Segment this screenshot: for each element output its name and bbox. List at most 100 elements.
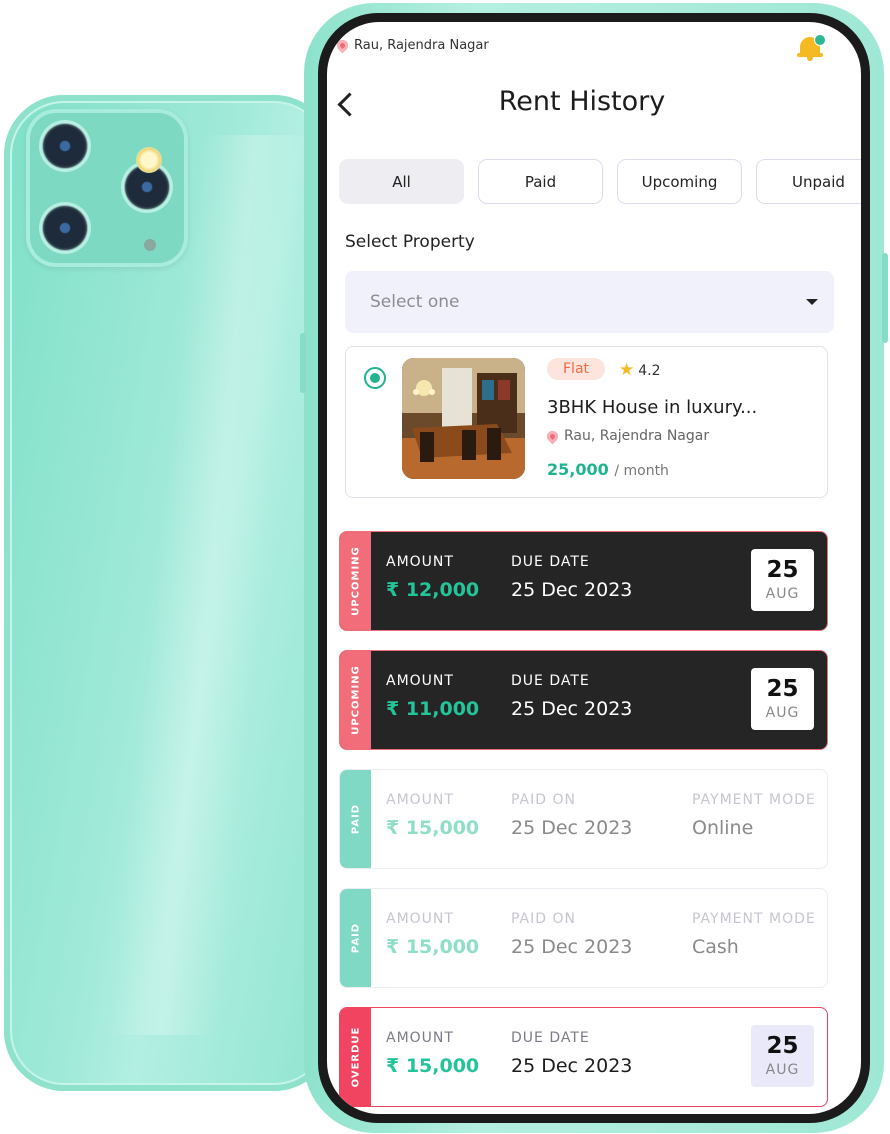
camera-lens-icon — [42, 123, 88, 169]
calendar-day: 25 — [766, 1032, 799, 1059]
phone-glare — [106, 135, 312, 1035]
back-phone-device — [4, 95, 334, 1091]
phone-bezel: Rau, Rajendra Nagar Rent History All Pai… — [318, 13, 870, 1123]
status-label: OVERDUE — [350, 1026, 361, 1088]
amount-column: AMOUNT ₹ 15,000 — [386, 911, 479, 958]
calendar-month: AUG — [765, 1061, 800, 1078]
payment-mode-column: PAYMENT MODE Online — [692, 792, 816, 839]
payment-mode-column: PAYMENT MODE Cash — [692, 911, 816, 958]
location-pin-icon — [334, 37, 351, 54]
property-photo — [402, 358, 525, 479]
tab-upcoming[interactable]: Upcoming — [617, 159, 742, 204]
payment-mode-label: PAYMENT MODE — [692, 911, 816, 927]
rating-value: 4.2 — [638, 362, 661, 379]
payment-mode-value: Cash — [692, 936, 739, 958]
calendar-month: AUG — [765, 585, 800, 602]
date-label: PAID ON — [511, 911, 576, 927]
notification-bell-icon[interactable] — [797, 32, 826, 62]
camera-lens-icon — [42, 205, 88, 251]
amount-column: AMOUNT ₹ 12,000 — [386, 554, 479, 601]
current-location[interactable]: Rau, Rajendra Nagar — [334, 37, 489, 54]
chevron-down-icon — [806, 299, 818, 305]
property-location-text: Rau, Rajendra Nagar — [564, 428, 710, 444]
property-card[interactable]: Flat ★ 4.2 3BHK House in luxury... Rau, … — [345, 346, 828, 498]
rent-entry-card[interactable]: OVERDUE AMOUNT ₹ 15,000 DUE DATE 25 Dec … — [339, 1007, 828, 1107]
date-label: DUE DATE — [511, 673, 590, 689]
filter-tabs: All Paid Upcoming Unpaid — [339, 159, 861, 204]
app-screen: Rau, Rajendra Nagar Rent History All Pai… — [327, 22, 861, 1114]
price-amount: 25,000 — [547, 460, 609, 479]
date-value: 25 Dec 2023 — [511, 817, 633, 839]
power-button — [882, 253, 888, 343]
date-label: PAID ON — [511, 792, 576, 808]
calendar-date-box: 25 AUG — [751, 1025, 814, 1087]
date-value: 25 Dec 2023 — [511, 579, 633, 601]
status-label: PAID — [350, 922, 361, 954]
front-phone-device: Rau, Rajendra Nagar Rent History All Pai… — [300, 3, 888, 1133]
select-property-label: Select Property — [345, 232, 475, 252]
amount-column: AMOUNT ₹ 15,000 — [386, 792, 479, 839]
volume-button — [300, 333, 306, 393]
amount-label: AMOUNT — [386, 554, 454, 570]
camera-module — [26, 109, 188, 267]
star-icon: ★ — [619, 360, 635, 380]
date-column: PAID ON 25 Dec 2023 — [511, 792, 632, 839]
current-location-text: Rau, Rajendra Nagar — [354, 38, 489, 53]
amount-column: AMOUNT ₹ 11,000 — [386, 673, 479, 720]
date-value: 25 Dec 2023 — [511, 1055, 633, 1077]
date-value: 25 Dec 2023 — [511, 698, 633, 720]
calendar-day: 25 — [766, 675, 799, 702]
calendar-day: 25 — [766, 556, 799, 583]
status-strip: PAID — [340, 889, 371, 987]
date-column: PAID ON 25 Dec 2023 — [511, 911, 632, 958]
tab-all[interactable]: All — [339, 159, 464, 204]
rent-entry-card[interactable]: PAID AMOUNT ₹ 15,000 PAID ON 25 Dec 2023… — [339, 769, 828, 869]
amount-label: AMOUNT — [386, 911, 454, 927]
date-column: DUE DATE 25 Dec 2023 — [511, 554, 632, 601]
payment-mode-label: PAYMENT MODE — [692, 792, 816, 808]
rent-entry-card[interactable]: PAID AMOUNT ₹ 15,000 PAID ON 25 Dec 2023… — [339, 888, 828, 988]
amount-value: ₹ 11,000 — [386, 698, 480, 720]
rent-entry-card[interactable]: UPCOMING AMOUNT ₹ 12,000 DUE DATE 25 Dec… — [339, 531, 828, 631]
price-period: / month — [614, 463, 669, 479]
radio-selected-icon[interactable] — [364, 367, 386, 389]
date-label: DUE DATE — [511, 1030, 590, 1046]
amount-value: ₹ 15,000 — [386, 817, 480, 839]
location-pin-icon — [544, 428, 561, 444]
amount-value: ₹ 12,000 — [386, 579, 480, 601]
rent-entry-card[interactable]: UPCOMING AMOUNT ₹ 11,000 DUE DATE 25 Dec… — [339, 650, 828, 750]
page-title: Rent History — [498, 86, 666, 117]
camera-flash-icon — [136, 147, 162, 173]
status-label: UPCOMING — [350, 665, 361, 735]
date-column: DUE DATE 25 Dec 2023 — [511, 1030, 632, 1077]
status-strip: OVERDUE — [340, 1008, 371, 1106]
amount-value: ₹ 15,000 — [386, 1055, 480, 1077]
status-strip: UPCOMING — [340, 532, 371, 630]
date-column: DUE DATE 25 Dec 2023 — [511, 673, 632, 720]
status-strip: UPCOMING — [340, 651, 371, 749]
date-value: 25 Dec 2023 — [511, 936, 633, 958]
property-select-placeholder: Select one — [370, 292, 460, 312]
property-name: 3BHK House in luxury... — [547, 397, 758, 418]
date-label: DUE DATE — [511, 554, 590, 570]
status-label: PAID — [350, 803, 361, 835]
microphone-hole — [144, 239, 156, 251]
calendar-date-box: 25 AUG — [751, 668, 814, 730]
calendar-month: AUG — [765, 704, 800, 721]
amount-value: ₹ 15,000 — [386, 936, 480, 958]
amount-label: AMOUNT — [386, 673, 454, 689]
property-location: Rau, Rajendra Nagar — [544, 428, 710, 444]
property-type-badge: Flat — [547, 358, 606, 380]
property-price: 25,000 / month — [547, 460, 669, 479]
property-rating: ★ 4.2 — [619, 362, 661, 379]
payment-mode-value: Online — [692, 817, 754, 839]
tab-unpaid[interactable]: Unpaid — [756, 159, 861, 204]
amount-column: AMOUNT ₹ 15,000 — [386, 1030, 479, 1077]
status-label: UPCOMING — [350, 546, 361, 616]
calendar-date-box: 25 AUG — [751, 549, 814, 611]
amount-label: AMOUNT — [386, 1030, 454, 1046]
property-select-dropdown[interactable]: Select one — [345, 271, 834, 333]
notification-dot — [814, 34, 826, 46]
tab-paid[interactable]: Paid — [478, 159, 603, 204]
amount-label: AMOUNT — [386, 792, 454, 808]
